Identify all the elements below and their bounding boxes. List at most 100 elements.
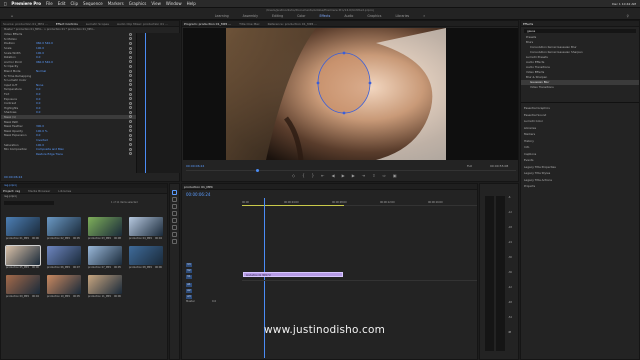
export-frame-icon[interactable]: ▣ xyxy=(393,173,397,178)
stopwatch-icon[interactable] xyxy=(129,69,132,73)
stopwatch-icon[interactable] xyxy=(129,78,132,82)
tab-effect-controls[interactable]: Effect Controls xyxy=(56,22,78,26)
stopwatch-icon[interactable] xyxy=(129,147,132,151)
menu-window[interactable]: Window xyxy=(166,1,182,6)
home-icon[interactable]: ⌂ xyxy=(11,14,13,18)
menu-help[interactable]: Help xyxy=(187,1,196,6)
keyframe-area[interactable] xyxy=(136,33,180,173)
clip-thumbnail[interactable] xyxy=(6,217,40,236)
stopwatch-icon[interactable] xyxy=(129,106,132,110)
track-v2[interactable]: V2 xyxy=(186,268,193,273)
ripple-edit-tool-icon[interactable] xyxy=(172,204,177,209)
marker-icon[interactable]: ◇ xyxy=(292,173,295,178)
track-label[interactable]: A2 xyxy=(186,288,192,293)
stopwatch-icon[interactable] xyxy=(129,152,132,156)
go-to-out-icon[interactable]: ⇥ xyxy=(362,173,365,178)
stopwatch-icon[interactable] xyxy=(129,101,132,105)
stopwatch-icon[interactable] xyxy=(129,124,132,128)
clip-thumbnail[interactable] xyxy=(47,275,81,294)
track-a2[interactable]: A2 xyxy=(186,288,193,293)
menu-sequence[interactable]: Sequence xyxy=(83,1,103,6)
lift-icon[interactable]: ⇧ xyxy=(372,173,375,178)
clip-thumbnail[interactable] xyxy=(47,246,81,265)
clip-thumbnail[interactable] xyxy=(129,217,163,236)
program-timecode[interactable]: 00:00:06:24 xyxy=(186,164,204,168)
stopwatch-icon[interactable] xyxy=(129,41,132,45)
effects-search-input[interactable]: gauss xyxy=(524,29,636,33)
clip-thumbnail[interactable] xyxy=(6,275,40,294)
tab-audio-clip-mixer[interactable]: Audio Clip Mixer: production 01 ... xyxy=(117,22,168,26)
ec-timecode[interactable]: 00:00:06:24 xyxy=(4,175,22,179)
workspace-learning[interactable]: Learning xyxy=(215,14,229,18)
track-v1[interactable]: V1 xyxy=(186,274,193,279)
mask-handle[interactable] xyxy=(342,51,346,55)
menu-file[interactable]: File xyxy=(46,1,53,6)
track-label[interactable]: V3 xyxy=(186,262,192,267)
overflow-icon[interactable]: » xyxy=(423,14,425,18)
step-forward-icon[interactable]: ▶ xyxy=(352,173,355,178)
track-v3[interactable]: V3 xyxy=(186,262,193,267)
menu-markers[interactable]: Markers xyxy=(108,1,124,6)
tab-libraries[interactable]: Libraries xyxy=(58,189,71,193)
stopwatch-icon[interactable] xyxy=(129,120,132,124)
stopwatch-icon[interactable] xyxy=(129,138,132,142)
mask-handle[interactable] xyxy=(368,81,372,85)
stopwatch-icon[interactable] xyxy=(129,133,132,137)
tab-program[interactable]: Program: production 01_MP4 ... xyxy=(184,22,231,26)
workspace-graphics[interactable]: Graphics xyxy=(367,14,381,18)
viewer-area[interactable] xyxy=(183,28,518,160)
work-area-bar[interactable] xyxy=(242,205,344,206)
panel-list-item[interactable]: Projects xyxy=(521,183,639,190)
track-select-tool-icon[interactable] xyxy=(172,197,177,202)
effect-item[interactable]: Video Transitions xyxy=(521,85,639,90)
workspace-libraries[interactable]: Libraries xyxy=(395,14,409,18)
clip-thumbnail[interactable] xyxy=(88,275,122,294)
workspace-color[interactable]: Color xyxy=(297,14,305,18)
stopwatch-icon[interactable] xyxy=(129,51,132,55)
stopwatch-icon[interactable] xyxy=(129,87,132,91)
mask-handle[interactable] xyxy=(342,111,346,115)
tab-title[interactable]: Title One Mac xyxy=(239,22,260,26)
clip-thumbnail[interactable] xyxy=(5,245,41,266)
track-label[interactable]: V2 xyxy=(186,268,192,273)
stopwatch-icon[interactable] xyxy=(129,83,132,87)
search-icon[interactable]: ⚲ xyxy=(627,14,629,18)
menu-graphics[interactable]: Graphics xyxy=(129,1,147,6)
tab-lumetri-scopes[interactable]: Lumetri Scopes xyxy=(86,22,109,26)
mark-in-icon[interactable]: { xyxy=(302,173,305,178)
menu-view[interactable]: View xyxy=(151,1,161,6)
workspace-audio[interactable]: Audio xyxy=(344,14,353,18)
fit-dropdown[interactable]: Full xyxy=(467,164,472,168)
workspace-editing[interactable]: Editing xyxy=(272,14,283,18)
tab-sequence[interactable]: production 01_MP4 xyxy=(184,185,213,189)
video-frame[interactable] xyxy=(226,28,446,160)
type-tool-icon[interactable] xyxy=(172,239,177,244)
hand-tool-icon[interactable] xyxy=(172,232,177,237)
stopwatch-icon[interactable] xyxy=(129,64,132,68)
mask-handle[interactable] xyxy=(316,81,320,85)
stopwatch-icon[interactable] xyxy=(129,74,132,78)
tab-project[interactable]: Project: reg xyxy=(3,189,20,193)
stopwatch-icon[interactable] xyxy=(129,32,132,36)
stopwatch-icon[interactable] xyxy=(129,55,132,59)
master-value[interactable]: 0.0 xyxy=(212,300,216,303)
go-to-in-icon[interactable]: ⇤ xyxy=(321,173,324,178)
workspace-assembly[interactable]: Assembly xyxy=(243,14,258,18)
clip-thumbnail[interactable] xyxy=(88,217,122,236)
tab-source[interactable]: Source: production 01_MP4 ... xyxy=(3,22,48,26)
selection-tool-icon[interactable] xyxy=(172,190,177,195)
tab-effects[interactable]: Effects xyxy=(523,22,533,26)
play-icon[interactable]: ▶ xyxy=(342,173,345,178)
stopwatch-icon[interactable] xyxy=(129,37,132,41)
track-label[interactable]: A1 xyxy=(186,282,192,287)
stopwatch-icon[interactable] xyxy=(129,92,132,96)
stopwatch-icon[interactable] xyxy=(129,115,132,119)
razor-tool-icon[interactable] xyxy=(172,211,177,216)
track-label[interactable]: V1 xyxy=(186,274,192,279)
project-search-input[interactable] xyxy=(4,201,54,205)
app-menu[interactable]: Premiere Pro xyxy=(11,1,41,6)
stopwatch-icon[interactable] xyxy=(129,97,132,101)
effect-control-value[interactable]: Restore Edge Trans xyxy=(36,152,64,156)
step-back-icon[interactable]: ◀ xyxy=(332,173,335,178)
menu-edit[interactable]: Edit xyxy=(58,1,66,6)
